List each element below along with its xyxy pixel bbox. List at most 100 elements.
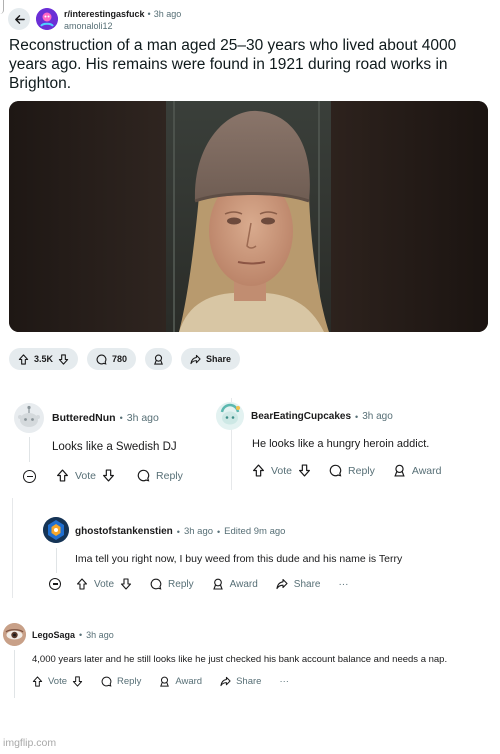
upvote-icon[interactable] [56,469,69,482]
separator-dot: • [119,413,123,423]
comment-icon [96,354,107,365]
comment-header-4: LegoSaga • 3h ago [32,630,114,640]
vote-label: Vote [48,676,68,687]
share-icon [220,676,231,687]
comment-author[interactable]: BearEatingCupcakes [251,411,351,422]
upvote-icon[interactable] [252,464,265,477]
comment-text: Ima tell you right now, I buy weed from … [75,553,403,565]
avatar-buttered-nun[interactable] [14,403,44,433]
left-edge-mark [0,0,4,14]
reply-button[interactable]: Reply [101,676,141,687]
comment-actions-1: Vote Reply [56,469,183,482]
post-title: Reconstruction of a man aged 25–30 years… [9,37,457,92]
reply-label: Reply [117,676,142,687]
comment-icon [137,469,150,482]
thread-line [14,650,15,698]
award-icon [154,354,164,365]
reply-button[interactable]: Reply [329,464,375,477]
snoo-avatar-icon [43,517,69,543]
comment-actions-3: Vote Reply Award Share ··· [76,578,348,590]
subreddit-icon [36,8,58,30]
share-button[interactable]: Share [220,676,261,687]
avatar-lego-saga[interactable] [3,623,26,646]
award-label: Award [411,464,442,477]
comment-time: 3h ago [126,412,159,424]
imgflip-watermark: imgflip.com [3,737,57,749]
award-label: Award [175,676,203,687]
collapse-button[interactable] [49,578,61,590]
comment-icon [329,464,342,477]
reply-label: Reply [348,464,375,477]
comment-header-2: BearEatingCupcakes • 3h ago [251,411,393,422]
comment-actions-4: Vote Reply Award Share ··· [32,676,289,687]
eye-avatar-icon [3,623,26,646]
separator-dot: • [79,630,83,640]
avatar-ghostofstankenstien[interactable] [43,517,69,543]
post-comments-button[interactable]: 780 [87,348,137,370]
comment-time: 3h ago [183,526,214,537]
share-icon [190,354,201,364]
comment-icon [150,578,162,590]
more-options-button[interactable]: ··· [338,579,348,590]
snoo-avatar-icon [14,403,44,433]
post-time: 3h ago [153,9,182,19]
share-label: Share [293,578,321,590]
award-icon [212,578,223,590]
post-author[interactable]: amonaloli12 [64,21,113,31]
post-share-button[interactable]: Share [181,348,241,370]
comment-header-3: ghostofstankenstien • 3h ago • Edited 9m… [75,526,285,537]
separator-dot: • [147,9,151,19]
vote-label: Vote [94,578,115,590]
upvote-icon[interactable] [76,578,88,590]
award-icon [394,464,405,477]
comment-author[interactable]: ButteredNun [52,412,116,424]
comment-icon [101,676,112,687]
back-button[interactable] [8,8,30,30]
post-meta-line: r/interestingasfuck • 3h ago [64,9,181,19]
post-award-button[interactable] [145,348,173,370]
separator-dot: • [176,526,180,537]
thread-line [12,498,13,598]
collapse-button[interactable] [23,470,36,483]
reconstruction-photo [9,101,488,332]
post-actions: 3.5K 780 Share [9,348,241,370]
award-button[interactable]: Award [212,578,258,590]
reply-button[interactable]: Reply [137,469,183,482]
comment-actions-2: Vote Reply Award [252,464,441,477]
upvote-icon[interactable] [32,676,43,687]
back-arrow-icon [14,14,25,24]
minus-icon [52,583,58,585]
share-label: Share [236,676,262,687]
vote-label: Vote [271,464,293,477]
vote-label: Vote [75,469,97,482]
downvote-icon[interactable] [72,676,83,687]
comment-author[interactable]: ghostofstankenstien [75,526,173,537]
post-image[interactable] [9,101,488,332]
upvote-icon[interactable] [18,353,29,365]
share-icon [276,578,288,590]
separator-dot: • [217,526,221,537]
comment-text: He looks like a hungry heroin addict. [252,438,430,450]
more-options-button[interactable]: ··· [279,676,289,687]
award-button[interactable]: Award [393,464,442,477]
separator-dot: • [355,411,359,422]
comment-author[interactable]: LegoSaga [32,630,75,640]
award-button[interactable]: Award [159,676,202,687]
post-share-label: Share [206,354,232,364]
subreddit-name[interactable]: r/interestingasfuck [64,9,145,19]
share-button[interactable]: Share [276,578,321,590]
reply-label: Reply [168,578,194,590]
snoo-avatar-icon [216,402,244,430]
downvote-icon[interactable] [102,469,115,482]
downvote-icon[interactable] [120,578,132,590]
downvote-icon[interactable] [58,353,69,365]
post-vote-count: 3.5K [34,354,54,364]
thread-line [56,548,57,573]
subreddit-avatar[interactable] [36,8,58,30]
avatar-bear-eating-cupcakes[interactable] [216,402,244,430]
reply-button[interactable]: Reply [150,578,194,590]
edited-time: Edited 9m ago [224,526,286,537]
downvote-icon[interactable] [298,464,311,477]
post-comment-count: 780 [112,354,128,364]
thread-line [29,437,30,462]
